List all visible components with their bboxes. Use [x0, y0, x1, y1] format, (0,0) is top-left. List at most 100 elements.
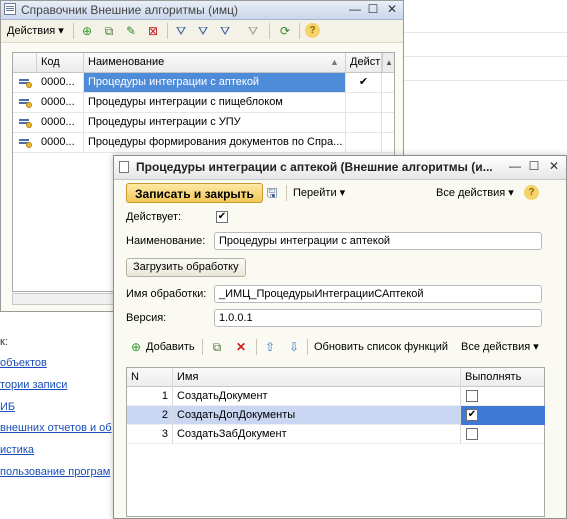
delete-row-icon[interactable]: ✕ [233, 339, 249, 355]
bg-link-history[interactable]: тории записи [0, 379, 67, 391]
row-function-name: СоздатьЗабДокумент [173, 425, 461, 444]
row-code: 0000... [37, 73, 84, 92]
delete-icon[interactable]: ⊠ [145, 23, 161, 39]
add-row-button[interactable]: Добавить [146, 339, 195, 355]
execute-checkbox[interactable] [466, 390, 478, 402]
catalog-titlebar[interactable]: Справочник Внешние алгоритмы (имц) — ☐ ✕ [1, 1, 403, 20]
row-name: Процедуры формирования документов по Спр… [84, 133, 346, 152]
bg-link-external-reports[interactable]: внешних отчетов и об [0, 422, 112, 434]
table-row[interactable]: 0000... Процедуры интеграции с аптекой ✔ [13, 73, 394, 93]
catalog-item-icon [19, 77, 32, 88]
filter-history-icon[interactable]: ⛛ [217, 23, 233, 39]
bg-link-statistics[interactable]: истика [0, 444, 34, 456]
version-field[interactable]: 1.0.0.1 [214, 309, 542, 327]
row-active-check [346, 133, 382, 152]
row-code: 0000... [37, 133, 84, 152]
header-icon-col [13, 53, 37, 72]
filter-by-value-icon[interactable]: ⛛ [173, 23, 189, 39]
form-title: Процедуры интеграции с аптекой (Внешние … [136, 160, 493, 174]
refresh-functions-button[interactable]: Обновить список функций [314, 339, 448, 355]
bg-link-objects[interactable]: объектов [0, 357, 47, 369]
save-icon[interactable]: 🖫 [264, 185, 280, 201]
row-code: 0000... [37, 113, 84, 132]
scroll-up-arrow-icon[interactable]: ▲ [382, 53, 394, 72]
filter-icon[interactable]: ⛛ [195, 23, 211, 39]
name-label: Наименование: [126, 235, 206, 247]
help-icon[interactable]: ? [524, 185, 539, 200]
row-execute-cell [461, 387, 545, 406]
actions-menu-button[interactable]: Действия ▾ [7, 23, 64, 39]
add-icon[interactable]: ⊕ [79, 23, 95, 39]
toolbar-separator [307, 339, 308, 355]
toolbar-separator [202, 339, 203, 355]
table-row[interactable]: 3 СоздатьЗабДокумент [127, 425, 544, 444]
name-input[interactable]: Процедуры интеграции с аптекой [214, 232, 542, 250]
bg-link-ib[interactable]: ИБ [0, 401, 15, 413]
table-row[interactable]: 0000... Процедуры интеграции с пищеблоко… [13, 93, 394, 113]
close-button[interactable]: ✕ [384, 2, 400, 17]
processing-name-field[interactable]: _ИМЦ_ПроцедурыИнтеграцииСАптекой [214, 285, 542, 303]
functions-table-header: N Имя Выполнять [127, 368, 544, 387]
execute-checkbox[interactable]: ✔ [466, 409, 478, 421]
all-actions-menu-button[interactable]: Все действия ▾ [436, 185, 514, 201]
execute-checkbox[interactable] [466, 428, 478, 440]
refresh-icon[interactable]: ⟳ [277, 23, 293, 39]
close-button[interactable]: ✕ [546, 159, 562, 174]
row-execute-cell: ✔ [461, 406, 545, 425]
catalog-item-icon [19, 97, 32, 108]
add-icon[interactable]: ⊕ [128, 339, 144, 355]
clear-filter-icon[interactable]: ⛛ [245, 23, 261, 39]
table-row[interactable]: 2 СоздатьДопДокументы ✔ [127, 406, 545, 425]
goto-menu-button[interactable]: Перейти ▾ [293, 185, 345, 201]
active-label: Действует: [126, 211, 182, 223]
maximize-button[interactable]: ☐ [526, 159, 542, 174]
active-checkbox[interactable]: ✔ [216, 211, 228, 223]
maximize-button[interactable]: ☐ [365, 2, 381, 17]
header-name[interactable]: Имя [173, 368, 461, 387]
load-processing-button[interactable]: Загрузить обработку [126, 258, 246, 277]
table-all-actions-button[interactable]: Все действия ▾ [461, 339, 539, 355]
header-execute[interactable]: Выполнять [461, 368, 545, 387]
toolbar-separator [73, 23, 74, 39]
minimize-button[interactable]: — [507, 159, 523, 174]
header-n[interactable]: N [127, 368, 173, 387]
item-form-window: Процедуры интеграции с аптекой (Внешние … [113, 155, 567, 519]
header-active[interactable]: Дейст [346, 53, 382, 72]
background-left-pane [0, 312, 118, 519]
bg-divider [404, 32, 567, 33]
toolbar-separator [299, 23, 300, 39]
edit-icon[interactable]: ✎ [123, 23, 139, 39]
document-icon [119, 161, 129, 173]
row-number: 2 [127, 406, 173, 425]
row-function-name: СоздатьДокумент [173, 387, 461, 406]
row-code: 0000... [37, 93, 84, 112]
table-row[interactable]: 1 СоздатьДокумент [127, 387, 544, 406]
bg-section-label: к: [0, 336, 8, 348]
row-active-check [346, 93, 382, 112]
bg-divider [404, 80, 567, 81]
background-right-area [404, 0, 567, 160]
row-function-name: СоздатьДопДокументы [173, 406, 461, 425]
row-active-check [346, 113, 382, 132]
form-titlebar[interactable]: Процедуры интеграции с аптекой (Внешние … [114, 156, 566, 180]
bg-divider [404, 56, 567, 57]
table-row[interactable]: 0000... Процедуры интеграции с УПУ [13, 113, 394, 133]
row-name: Процедуры интеграции с аптекой [84, 73, 346, 92]
catalog-title: Справочник Внешние алгоритмы (имц) [21, 3, 238, 17]
move-down-icon[interactable]: ⇩ [286, 339, 302, 355]
help-icon[interactable]: ? [305, 23, 320, 38]
move-up-icon[interactable]: ⇧ [262, 339, 278, 355]
row-number: 3 [127, 425, 173, 444]
save-and-close-button[interactable]: Записать и закрыть [126, 183, 263, 203]
bg-link-usage[interactable]: пользование програм [0, 466, 110, 478]
table-row[interactable]: 0000... Процедуры формирования документо… [13, 133, 394, 153]
header-code[interactable]: Код [37, 53, 84, 72]
toolbar-separator [286, 185, 287, 201]
header-name[interactable]: Наименование [84, 53, 346, 72]
catalog-toolbar: Действия ▾ ⊕ ⧉ ✎ ⊠ ⛛ ⛛ ⛛ ⛛ ⟳ ? [1, 20, 403, 43]
minimize-button[interactable]: — [347, 2, 363, 17]
copy-icon[interactable]: ⧉ [101, 23, 117, 39]
catalog-item-icon [19, 137, 32, 148]
version-label: Версия: [126, 312, 167, 324]
copy-row-icon[interactable]: ⧉ [209, 339, 225, 355]
